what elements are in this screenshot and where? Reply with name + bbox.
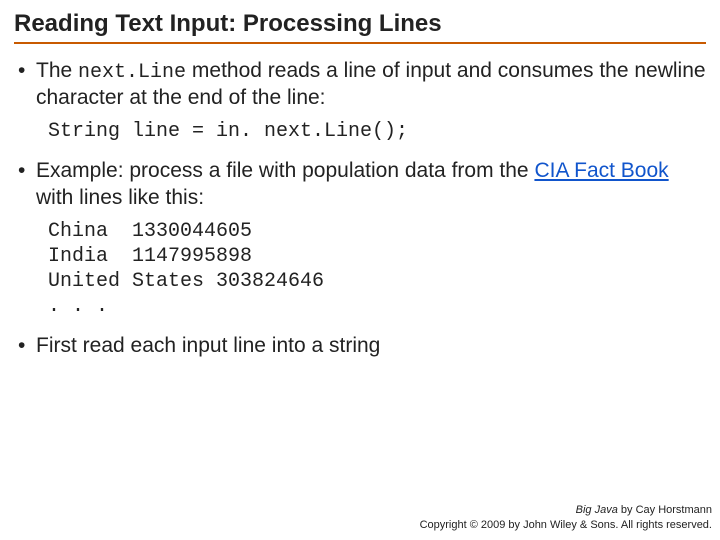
bullet-list: The next.Line method reads a line of inp… [14, 58, 706, 111]
footer-author: by Cay Horstmann [618, 504, 712, 516]
footer-book: Big Java [576, 504, 618, 516]
code-block-1: String line = in. next.Line(); [48, 119, 706, 144]
bullet-2-pre: Example: process a file with population … [36, 159, 534, 182]
bullet-1-code: next.Line [78, 61, 186, 84]
bullet-1-pre: The [36, 59, 78, 82]
bullet-2-post: with lines like this: [36, 186, 204, 209]
footer-copyright: Copyright © 2009 by John Wiley & Sons. A… [420, 518, 712, 532]
bullet-2: Example: process a file with population … [14, 158, 706, 211]
footer: Big Java by Cay Horstmann Copyright © 20… [420, 503, 712, 532]
cia-fact-book-link[interactable]: CIA Fact Book [534, 159, 668, 182]
code-block-2: China 1330044605 India 1147995898 United… [48, 219, 706, 319]
bullet-3: First read each input line into a string [14, 333, 706, 359]
slide-title: Reading Text Input: Processing Lines [14, 10, 706, 44]
footer-line-1: Big Java by Cay Horstmann [420, 503, 712, 517]
bullet-1: The next.Line method reads a line of inp… [14, 58, 706, 111]
slide: Reading Text Input: Processing Lines The… [0, 0, 720, 359]
bullet-list-2: Example: process a file with population … [14, 158, 706, 211]
bullet-list-3: First read each input line into a string [14, 333, 706, 359]
